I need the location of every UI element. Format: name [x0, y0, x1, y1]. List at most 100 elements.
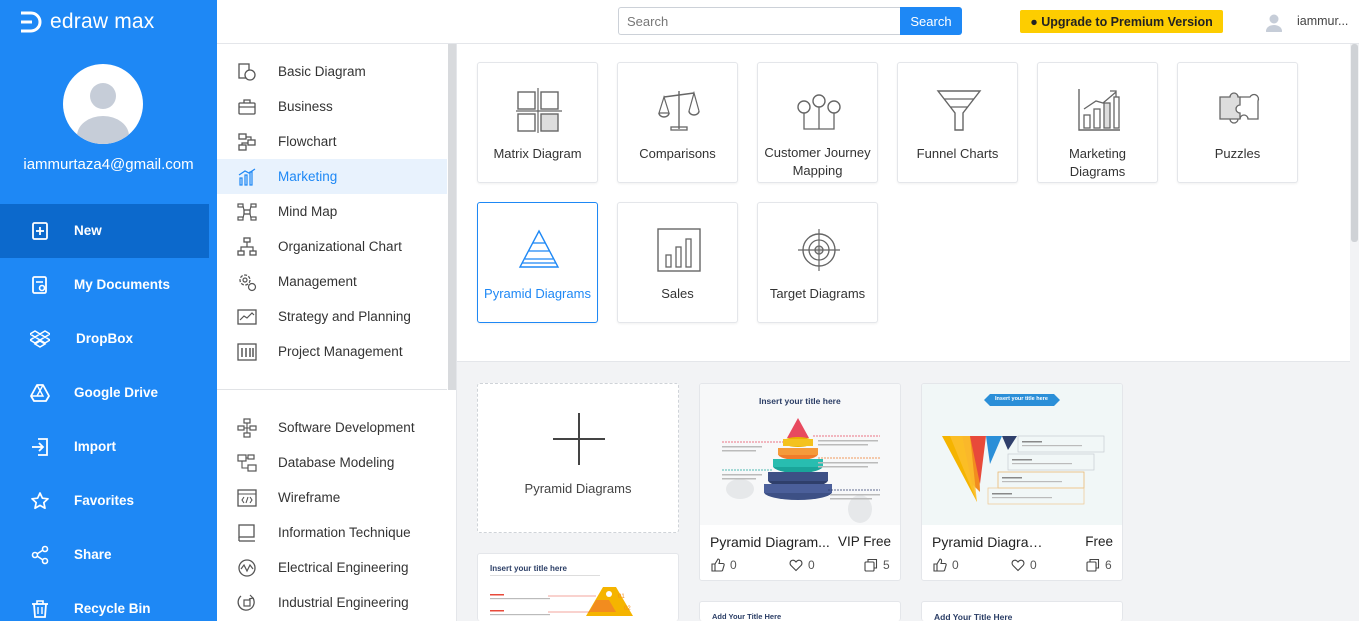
category-label: Industrial Engineering: [278, 595, 409, 610]
thumbnail-title: Insert your title here: [759, 396, 841, 406]
google-drive-icon: [30, 384, 50, 402]
electrical-engineering-icon: [238, 559, 256, 577]
subcategory-comparisons[interactable]: Comparisons: [617, 62, 738, 183]
subcategory-label: Pyramid Diagrams: [484, 286, 591, 301]
like-counter[interactable]: 0: [711, 558, 737, 572]
logo-text: edraw max: [50, 10, 155, 33]
copy-counter[interactable]: 6: [1086, 558, 1112, 572]
category-database-modeling[interactable]: Database Modeling: [217, 445, 447, 480]
marketing-chart-icon: [238, 168, 256, 186]
copy-counter[interactable]: 5: [864, 558, 890, 572]
category-label: Basic Diagram: [278, 64, 366, 79]
category-mind-map[interactable]: Mind Map: [217, 194, 447, 229]
category-label: Project Management: [278, 344, 403, 359]
category-basic-diagram[interactable]: Basic Diagram: [217, 54, 447, 89]
thumbs-up-icon: [711, 558, 725, 572]
subcategory-sales[interactable]: Sales: [617, 202, 738, 323]
category-business[interactable]: Business: [217, 89, 447, 124]
category-label: Management: [278, 274, 357, 289]
nav-item-favorites[interactable]: Favorites: [0, 474, 209, 528]
svg-text:01: 01: [618, 594, 625, 600]
category-label: Mind Map: [278, 204, 338, 219]
template-card[interactable]: Insert your title here Pyramid Diagram..…: [699, 383, 901, 581]
subcategory-label: Comparisons: [639, 146, 716, 161]
nav-item-new[interactable]: New: [0, 204, 209, 258]
thumbnail-title: Insert your title here: [490, 564, 567, 573]
thumbnail-title: Insert your title here: [995, 396, 1048, 402]
nav-item-recycle-bin[interactable]: Recycle Bin: [0, 582, 209, 621]
category-scrollbar[interactable]: [448, 44, 456, 390]
copy-icon: [1086, 558, 1100, 572]
pyramid-thumbnail-graphic-2: [942, 394, 1105, 505]
template-card-partial[interactable]: Add Your Title Here: [699, 601, 901, 621]
template-card-partial[interactable]: Insert your title here 01 02: [477, 553, 679, 621]
category-divider: [217, 389, 447, 390]
category-marketing[interactable]: Marketing: [217, 159, 447, 194]
subcategory-marketing-diagrams[interactable]: Marketing Diagrams: [1037, 62, 1158, 183]
category-flowchart[interactable]: Flowchart: [217, 124, 447, 159]
favorite-counter[interactable]: 0: [789, 558, 815, 572]
plus-icon: [553, 413, 605, 465]
new-blank-template[interactable]: Pyramid Diagrams: [477, 383, 679, 533]
mind-map-icon: [237, 203, 257, 221]
nav-item-dropbox[interactable]: DropBox: [0, 312, 209, 366]
subcategory-funnel-charts[interactable]: Funnel Charts: [897, 62, 1018, 183]
customer-journey-icon: [797, 94, 841, 130]
nav-item-import[interactable]: Import: [0, 420, 209, 474]
new-file-icon: [32, 222, 48, 240]
category-label: Database Modeling: [278, 455, 395, 470]
nav-item-label: Favorites: [74, 493, 135, 508]
thumbnail-title: Add Your Title Here: [934, 612, 1013, 621]
dropbox-icon: [30, 330, 50, 348]
nav-item-label: Import: [74, 439, 116, 454]
nav-item-share[interactable]: Share: [0, 528, 209, 582]
subcategory-matrix-diagram[interactable]: Matrix Diagram: [477, 62, 598, 183]
user-icon[interactable]: [1264, 12, 1284, 32]
category-organizational-chart[interactable]: Organizational Chart: [217, 229, 447, 264]
favorite-counter[interactable]: 0: [1011, 558, 1037, 572]
software-dev-icon: [237, 418, 257, 438]
category-project-management[interactable]: Project Management: [217, 334, 447, 369]
subcategory-label: Target Diagrams: [769, 286, 866, 301]
search-input[interactable]: [618, 7, 900, 35]
subcategory-target-diagrams[interactable]: Target Diagrams: [757, 202, 878, 323]
main-scrollbar[interactable]: [1350, 44, 1359, 621]
user-name[interactable]: iammur...: [1297, 14, 1348, 28]
heart-icon: [1011, 559, 1025, 572]
subcategory-label: Sales: [661, 286, 694, 301]
nav-item-google-drive[interactable]: Google Drive: [0, 366, 209, 420]
information-technique-icon: [238, 524, 255, 542]
subcategory-label: Funnel Charts: [916, 146, 999, 161]
template-card-partial[interactable]: Add Your Title Here: [921, 601, 1123, 621]
category-electrical-engineering[interactable]: Electrical Engineering: [217, 550, 447, 585]
category-software-development[interactable]: Software Development: [217, 410, 447, 445]
nav-item-label: My Documents: [74, 277, 171, 292]
puzzle-icon: [1219, 92, 1260, 124]
funnel-icon: [936, 90, 982, 131]
category-label: Electrical Engineering: [278, 560, 409, 575]
nav-item-my-documents[interactable]: My Documents: [0, 258, 209, 312]
upgrade-premium-button[interactable]: ● Upgrade to Premium Version: [1020, 10, 1223, 33]
main-scrollbar-thumb[interactable]: [1351, 44, 1358, 242]
subcategory-puzzles[interactable]: Puzzles: [1177, 62, 1298, 183]
logo: edraw max: [18, 9, 155, 35]
search-button[interactable]: Search: [900, 7, 962, 35]
category-industrial-engineering[interactable]: Industrial Engineering: [217, 585, 447, 620]
category-label: Marketing: [278, 169, 338, 184]
svg-text:02: 02: [624, 606, 631, 612]
user-avatar[interactable]: [63, 64, 143, 144]
left-nav: edraw max iammurtaza4@gmail.com New My D…: [0, 0, 217, 621]
template-card[interactable]: Insert your title here Pyramid Diagram 1…: [921, 383, 1123, 581]
basic-diagram-icon: [238, 63, 256, 81]
subcategory-pyramid-diagrams[interactable]: Pyramid Diagrams: [477, 202, 598, 323]
category-wireframe[interactable]: Wireframe: [217, 480, 447, 515]
subcategory-customer-journey-mapping[interactable]: Customer Journey Mapping: [757, 62, 878, 183]
category-label: Flowchart: [278, 134, 337, 149]
project-management-icon: [237, 343, 257, 361]
nav-item-label: Share: [74, 547, 112, 562]
like-counter[interactable]: 0: [933, 558, 959, 572]
category-information-technique[interactable]: Information Technique: [217, 515, 447, 550]
category-strategy-and-planning[interactable]: Strategy and Planning: [217, 299, 447, 334]
heart-icon: [789, 559, 803, 572]
category-management[interactable]: Management: [217, 264, 447, 299]
